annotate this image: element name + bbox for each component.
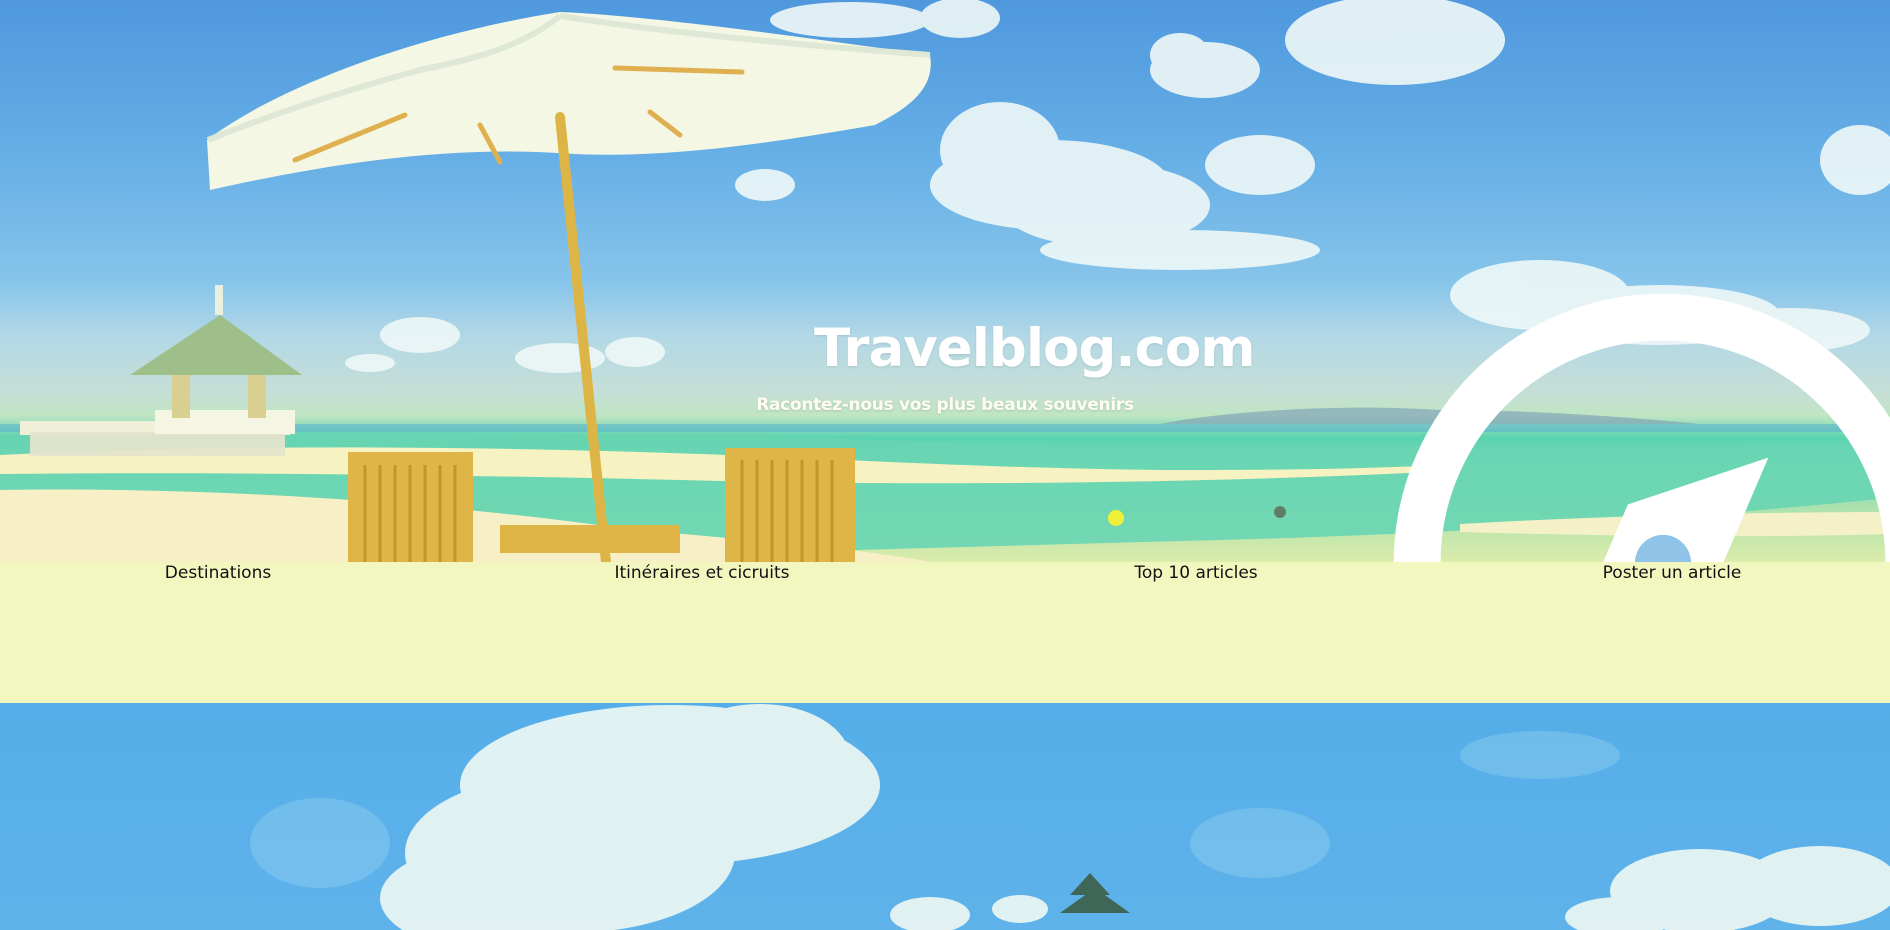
hero-banner: Travelblog.com Racontez-nous vos plus be… [0,0,1890,562]
nav-link-top-10-articles[interactable]: Top 10 articles [1134,562,1257,584]
page: Travelblog.com Racontez-nous vos plus be… [0,0,1890,930]
lower-scenery-image [0,703,1890,930]
site-tagline: Racontez-nous vos plus beaux souvenirs [756,395,1134,415]
nav-link-destinations[interactable]: Destinations [165,562,271,584]
nav-link-poster-article[interactable]: Poster un article [1603,562,1742,584]
site-title[interactable]: Travelblog.com [814,318,1256,379]
sky-clouds-illustration [250,704,1890,930]
site-branding[interactable]: Travelblog.com [718,282,1890,562]
nav-link-itineraires[interactable]: Itinéraires et cicruits [614,562,789,584]
main-navigation: Destinations Itinéraires et cicruits Top… [0,562,1890,703]
